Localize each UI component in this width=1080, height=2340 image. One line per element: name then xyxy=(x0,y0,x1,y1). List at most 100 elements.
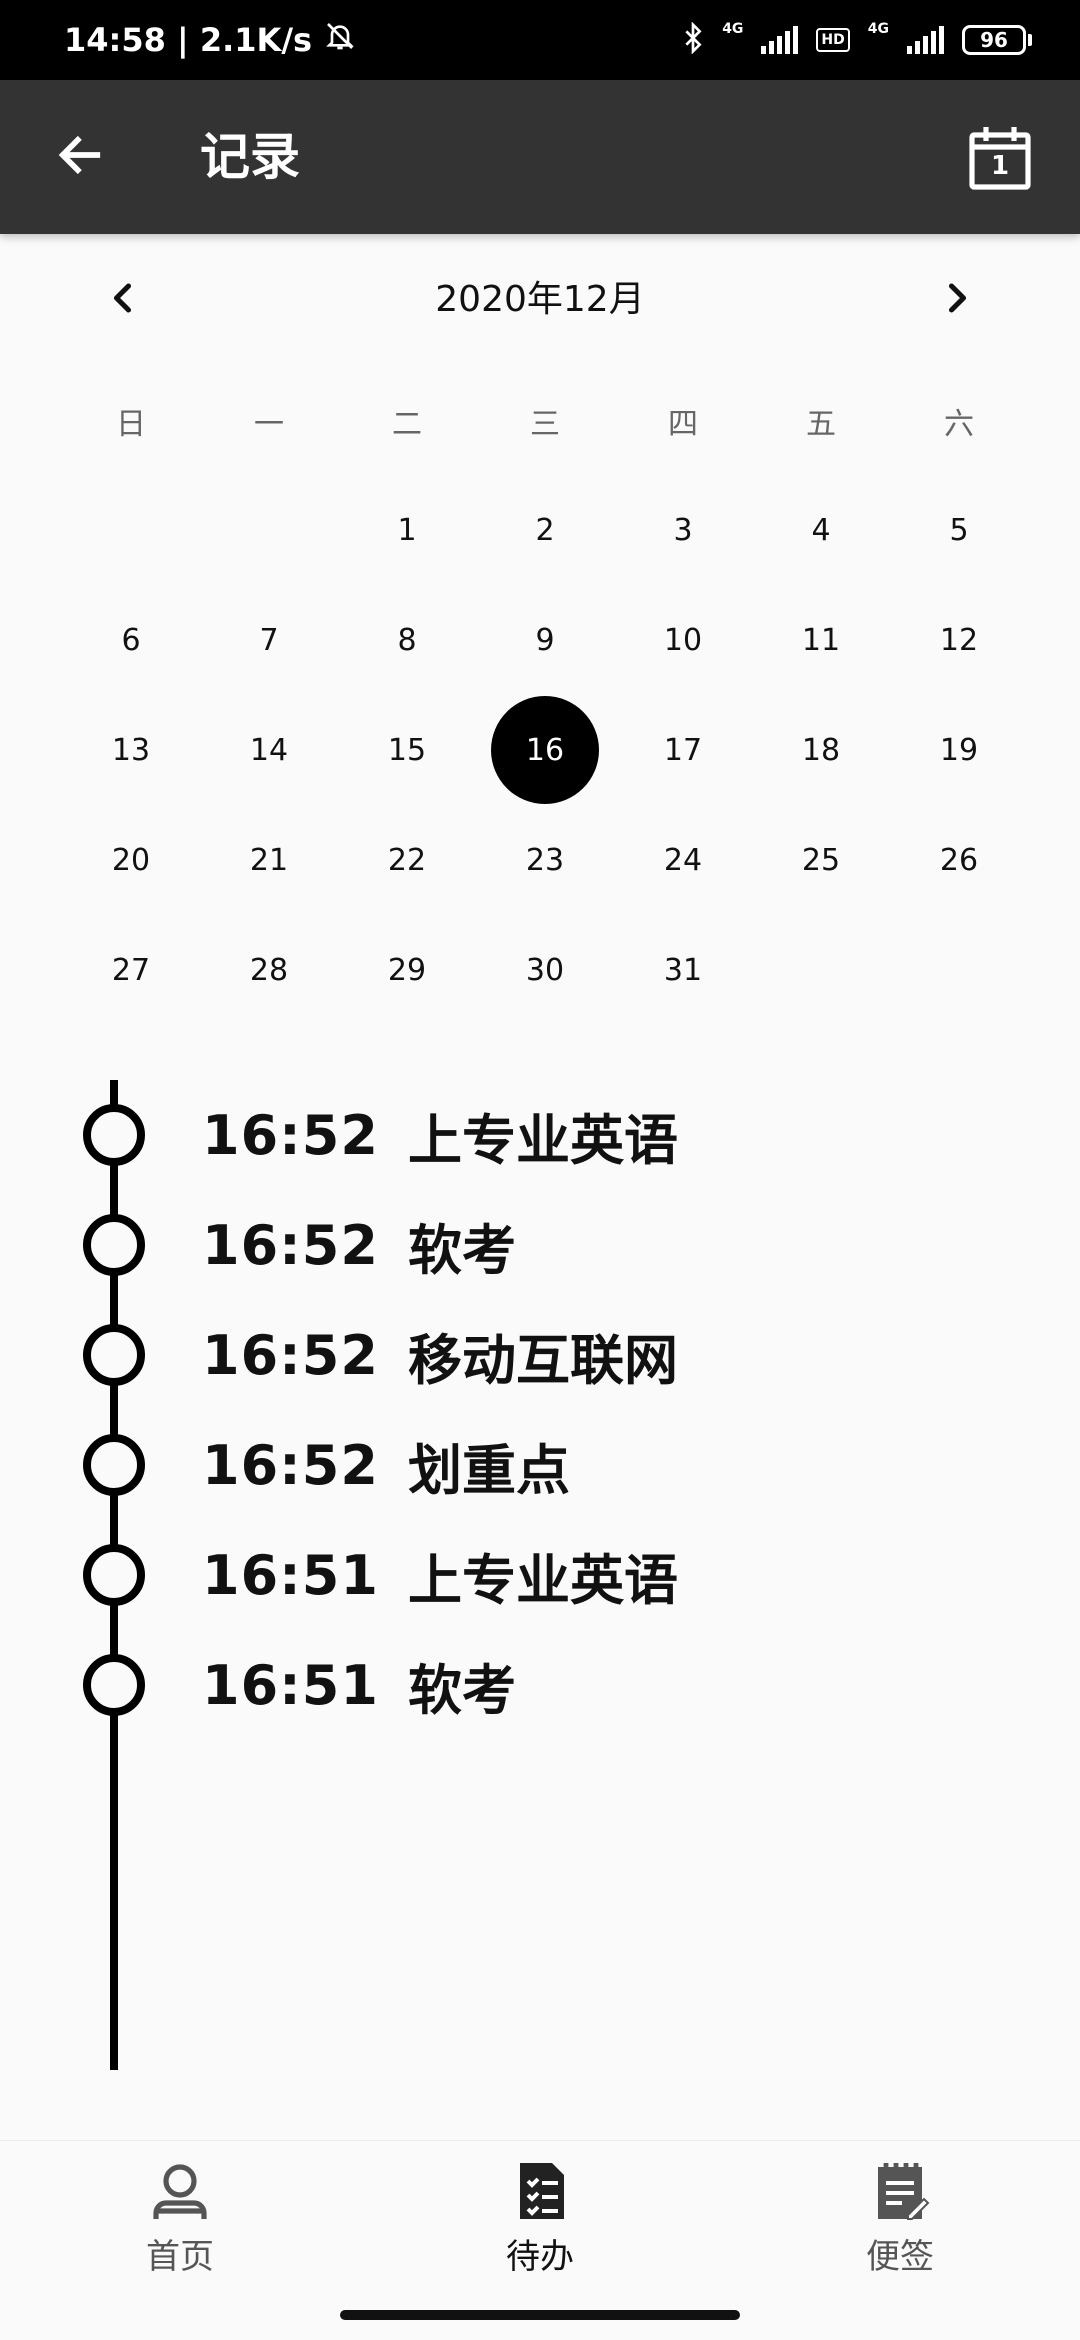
page-title: 记录 xyxy=(200,128,300,186)
nav-home[interactable]: 首页 xyxy=(80,2159,280,2279)
timeline-time: 16:52 xyxy=(202,1433,379,1497)
calendar-day[interactable]: 17 xyxy=(614,695,752,805)
network-type-1: 4G xyxy=(722,20,744,37)
calendar-day[interactable]: 30 xyxy=(476,915,614,1025)
timeline-time: 16:51 xyxy=(202,1543,379,1607)
calendar-day[interactable]: 19 xyxy=(890,695,1028,805)
checklist-icon xyxy=(508,2159,572,2223)
calendar-button[interactable]: 1 xyxy=(960,117,1040,197)
signal-icon-1 xyxy=(761,26,799,54)
timeline-item[interactable]: 16:52 划重点 xyxy=(0,1410,1080,1520)
calendar-day[interactable]: 11 xyxy=(752,585,890,695)
calendar-day-number: 23 xyxy=(525,842,565,878)
screen: 14:58 | 2.1K/s 4G HD 4G 96 记录 1 2020年12月… xyxy=(0,0,1080,2340)
person-icon xyxy=(148,2159,212,2223)
weekday-sun: 日 xyxy=(116,407,146,442)
timeline-node-icon xyxy=(83,1434,145,1496)
calendar-day[interactable]: 15 xyxy=(338,695,476,805)
timeline-text: 划重点 xyxy=(408,1438,570,1502)
weekday-fri: 五 xyxy=(806,407,836,442)
calendar-day-number: 7 xyxy=(259,622,279,658)
home-indicator[interactable] xyxy=(340,2310,740,2320)
calendar-day[interactable]: 6 xyxy=(62,585,200,695)
timeline-text: 上专业英语 xyxy=(408,1108,678,1172)
calendar-day-number: 15 xyxy=(387,732,427,768)
month-header: 2020年12月 xyxy=(0,258,1080,342)
calendar-day-number: 14 xyxy=(249,732,289,768)
calendar-icon: 1 xyxy=(964,121,1036,193)
timeline-item[interactable]: 16:51 软考 xyxy=(0,1630,1080,1740)
calendar-day[interactable]: 8 xyxy=(338,585,476,695)
calendar-day-number: 30 xyxy=(525,952,565,988)
calendar-day[interactable]: 4 xyxy=(752,475,890,585)
weekday-tue: 二 xyxy=(392,407,422,442)
timeline-time: 16:52 xyxy=(202,1323,379,1387)
timeline-node-icon xyxy=(83,1654,145,1716)
nav-notes[interactable]: 便签 xyxy=(800,2159,1000,2279)
calendar-day-number: 21 xyxy=(249,842,289,878)
calendar-day-selected[interactable]: 16 xyxy=(476,695,614,805)
calendar-day[interactable]: 12 xyxy=(890,585,1028,695)
calendar-day-number: 11 xyxy=(801,622,841,658)
next-month-button[interactable] xyxy=(926,270,986,330)
calendar-day[interactable]: 29 xyxy=(338,915,476,1025)
weekday-thu: 四 xyxy=(668,407,698,442)
calendar-day-number: 19 xyxy=(939,732,979,768)
calendar-day-number: 13 xyxy=(111,732,151,768)
timeline-item[interactable]: 16:52 上专业英语 xyxy=(0,1080,1080,1190)
hd-badge: HD xyxy=(816,28,850,52)
calendar-day-number: 1 xyxy=(397,512,417,548)
status-right: 4G HD 4G 96 xyxy=(682,20,1032,59)
calendar-day[interactable]: 5 xyxy=(890,475,1028,585)
status-left: 14:58 | 2.1K/s xyxy=(64,20,356,60)
nav-notes-label: 便签 xyxy=(866,2237,934,2277)
app-bar: 记录 1 xyxy=(0,80,1080,234)
calendar-day[interactable]: 13 xyxy=(62,695,200,805)
calendar-day[interactable]: 24 xyxy=(614,805,752,915)
calendar-day-number: 9 xyxy=(535,622,555,658)
calendar-day-number: 26 xyxy=(939,842,979,878)
calendar-day[interactable]: 9 xyxy=(476,585,614,695)
calendar-day[interactable]: 28 xyxy=(200,915,338,1025)
calendar-day[interactable]: 10 xyxy=(614,585,752,695)
calendar-day[interactable]: 31 xyxy=(614,915,752,1025)
calendar-day[interactable]: 14 xyxy=(200,695,338,805)
calendar-day[interactable]: 25 xyxy=(752,805,890,915)
timeline-node-icon xyxy=(83,1324,145,1386)
calendar-day[interactable]: 1 xyxy=(338,475,476,585)
calendar-day[interactable]: 21 xyxy=(200,805,338,915)
weekday-sat: 六 xyxy=(944,407,974,442)
calendar-day-number: 22 xyxy=(387,842,427,878)
calendar-day-number: 17 xyxy=(663,732,703,768)
timeline-text: 上专业英语 xyxy=(408,1548,678,1612)
bottom-nav: 首页 待办 便签 xyxy=(0,2140,1080,2290)
timeline-item[interactable]: 16:51 上专业英语 xyxy=(0,1520,1080,1630)
calendar-blank-cell xyxy=(200,475,338,585)
calendar-day-number: 27 xyxy=(111,952,151,988)
calendar-day[interactable]: 26 xyxy=(890,805,1028,915)
calendar-day-number: 25 xyxy=(801,842,841,878)
weekday-row: 日 一 二 三 四 五 六 xyxy=(62,400,1028,450)
timeline-node-icon xyxy=(83,1104,145,1166)
back-button[interactable] xyxy=(40,117,120,197)
network-type-2: 4G xyxy=(867,20,889,37)
calendar-day[interactable]: 22 xyxy=(338,805,476,915)
calendar-day[interactable]: 27 xyxy=(62,915,200,1025)
calendar-day[interactable]: 23 xyxy=(476,805,614,915)
nav-todo[interactable]: 待办 xyxy=(440,2159,640,2279)
timeline-item[interactable]: 16:52 移动互联网 xyxy=(0,1300,1080,1410)
calendar-day-number: 10 xyxy=(663,622,703,658)
battery-level: 96 xyxy=(962,25,1026,55)
timeline-node-icon xyxy=(83,1214,145,1276)
calendar-day[interactable]: 20 xyxy=(62,805,200,915)
timeline-time: 16:52 xyxy=(202,1103,379,1167)
calendar-day[interactable]: 3 xyxy=(614,475,752,585)
calendar-day[interactable]: 18 xyxy=(752,695,890,805)
calendar-day[interactable]: 2 xyxy=(476,475,614,585)
chevron-right-icon xyxy=(938,280,974,320)
timeline-item[interactable]: 16:52 软考 xyxy=(0,1190,1080,1300)
calendar-day[interactable]: 7 xyxy=(200,585,338,695)
timeline-time: 16:52 xyxy=(202,1213,379,1277)
calendar-day-number: 24 xyxy=(663,842,703,878)
battery-icon: 96 xyxy=(962,25,1032,55)
